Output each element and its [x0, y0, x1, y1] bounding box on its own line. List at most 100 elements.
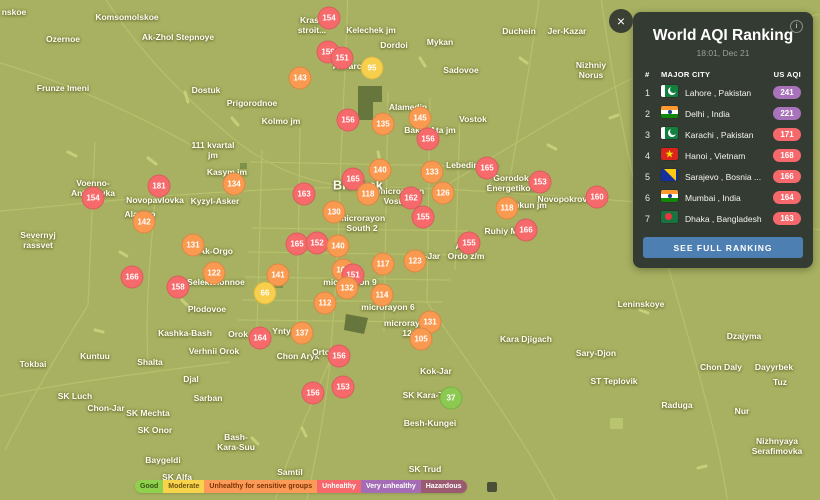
ranking-row[interactable]: 7 Dhaka , Bangladesh163: [645, 208, 801, 229]
aqi-badge: 168: [773, 149, 801, 162]
aqi-marker[interactable]: 154: [82, 187, 105, 210]
legend-item-moderate: Moderate: [163, 480, 204, 493]
vietnam-flag-icon: ★: [661, 148, 678, 160]
aqi-marker[interactable]: 132: [336, 277, 359, 300]
aqi-marker[interactable]: 153: [332, 376, 355, 399]
aqi-marker[interactable]: 135: [372, 113, 395, 136]
aqi-marker[interactable]: 166: [121, 266, 144, 289]
aqi-marker[interactable]: 145: [409, 107, 432, 130]
aqi-marker[interactable]: 163: [293, 183, 316, 206]
aqi-marker[interactable]: 140: [369, 159, 392, 182]
map-place-label: Leninskoye: [618, 299, 665, 309]
aqi-marker[interactable]: 155: [458, 232, 481, 255]
flag-cell: [661, 210, 685, 228]
aqi-marker[interactable]: 164: [249, 327, 272, 350]
info-icon[interactable]: i: [790, 20, 803, 33]
aqi-marker[interactable]: 153: [529, 171, 552, 194]
map-place-label: Kyzyl-Asker: [191, 196, 240, 206]
aqi-badge: 241: [773, 86, 801, 99]
city-column-header: MAJOR CITY: [661, 70, 774, 79]
ranking-city-label: Dhaka , Bangladesh: [685, 214, 773, 224]
aqi-marker[interactable]: 95: [361, 57, 384, 80]
aqi-marker[interactable]: 156: [302, 382, 325, 405]
aqi-badge: 166: [773, 170, 801, 183]
aqi-marker[interactable]: 143: [289, 67, 312, 90]
aqi-marker[interactable]: 37: [440, 387, 463, 410]
ranking-row[interactable]: 2Delhi , India221: [645, 103, 801, 124]
ranking-row[interactable]: 1 Lahore , Pakistan241: [645, 82, 801, 103]
aqi-marker[interactable]: 130: [323, 201, 346, 224]
map-place-label: Prigorodnoe: [227, 98, 278, 108]
bangladesh-flag-icon: [661, 211, 678, 223]
aqi-marker[interactable]: 156: [417, 128, 440, 151]
map-place-label: Plodovoe: [188, 304, 226, 314]
aqi-marker[interactable]: 166: [515, 219, 538, 242]
aqi-marker[interactable]: 118: [496, 197, 519, 220]
ranking-row[interactable]: 6Mumbai , India164: [645, 187, 801, 208]
flag-cell: [661, 84, 685, 102]
map-place-label: Bash-Kara-Suu: [217, 432, 255, 452]
map-place-label: Jer-Kazar: [548, 26, 587, 36]
map-place-label: Kok-Jar: [420, 366, 452, 376]
aqi-marker[interactable]: 160: [586, 186, 609, 209]
ranking-city-label: Mumbai , India: [685, 193, 773, 203]
aqi-marker[interactable]: 156: [328, 345, 351, 368]
ranking-row[interactable]: 5 Sarajevo , Bosnia ...166: [645, 166, 801, 187]
ranking-position: 7: [645, 214, 661, 224]
aqi-marker[interactable]: 133: [421, 161, 444, 184]
map-place-label: Dostuk: [192, 85, 221, 95]
ranking-position: 3: [645, 130, 661, 140]
aqi-marker[interactable]: 117: [372, 253, 395, 276]
aqi-marker[interactable]: 122: [203, 262, 226, 285]
aqi-marker[interactable]: 131: [182, 234, 205, 257]
aqi-marker[interactable]: 158: [167, 276, 190, 299]
aqi-marker[interactable]: 142: [133, 211, 156, 234]
aqi-marker[interactable]: 105: [410, 328, 433, 351]
aqi-marker[interactable]: 126: [432, 182, 455, 205]
ranking-city-label: Lahore , Pakistan: [685, 88, 773, 98]
legend-item-good: Good: [135, 480, 163, 493]
world-aqi-ranking-panel: i World AQI Ranking 18:01, Dec 21 # MAJO…: [633, 12, 813, 268]
ranking-position: 1: [645, 88, 661, 98]
map-place-label: Severnyjrassvet: [20, 230, 55, 250]
ranking-table-header: # MAJOR CITY US AQI: [645, 70, 801, 79]
map-place-label: Vostok: [459, 114, 487, 124]
aqi-marker[interactable]: 181: [148, 175, 171, 198]
aqi-badge: 163: [773, 212, 801, 225]
map-place-label: nskoe: [2, 7, 27, 17]
close-panel-button[interactable]: ×: [609, 9, 633, 33]
aqi-marker[interactable]: 156: [337, 109, 360, 132]
ranking-city-label: Sarajevo , Bosnia ...: [685, 172, 773, 182]
map-place-label: Tuz: [773, 377, 787, 387]
ranking-city-label: Delhi , India: [685, 109, 773, 119]
aqi-marker[interactable]: 118: [357, 183, 380, 206]
aqi-marker[interactable]: 152: [306, 232, 329, 255]
rank-column-header: #: [645, 70, 661, 79]
ranking-row[interactable]: 3Karachi , Pakistan171: [645, 124, 801, 145]
flag-cell: ★: [661, 147, 685, 165]
map-place-label: Sarban: [194, 393, 223, 403]
aqi-marker[interactable]: 140: [327, 235, 350, 258]
aqi-marker[interactable]: 165: [476, 157, 499, 180]
bosnia-flag-icon: [661, 169, 678, 181]
map-place-label: Besh-Kungei: [404, 418, 456, 428]
aqi-marker[interactable]: 66: [254, 282, 277, 305]
map-place-label: microrayonSouth 2: [339, 213, 385, 233]
aqi-marker[interactable]: 155: [412, 206, 435, 229]
ranking-row[interactable]: 4★Hanoi , Vietnam168: [645, 145, 801, 166]
aqi-marker[interactable]: 123: [404, 250, 427, 273]
map-place-label: Chon Daly: [700, 362, 742, 372]
flag-cell: [661, 126, 685, 144]
panel-title: World AQI Ranking: [633, 27, 813, 45]
aqi-marker[interactable]: 137: [291, 322, 314, 345]
legend-collapse-icon[interactable]: [487, 482, 497, 492]
aqi-marker[interactable]: 154: [318, 7, 341, 30]
see-full-ranking-button[interactable]: SEE FULL RANKING: [643, 237, 803, 258]
aqi-marker[interactable]: 112: [314, 292, 337, 315]
aqi-marker[interactable]: 151: [331, 47, 354, 70]
aqi-marker[interactable]: 134: [223, 173, 246, 196]
map-place-label: Dzajyma: [727, 331, 762, 341]
map-place-label: Ak-Zhol Stepnoye: [142, 32, 214, 42]
ranking-position: 5: [645, 172, 661, 182]
aqi-marker[interactable]: 114: [371, 284, 394, 307]
